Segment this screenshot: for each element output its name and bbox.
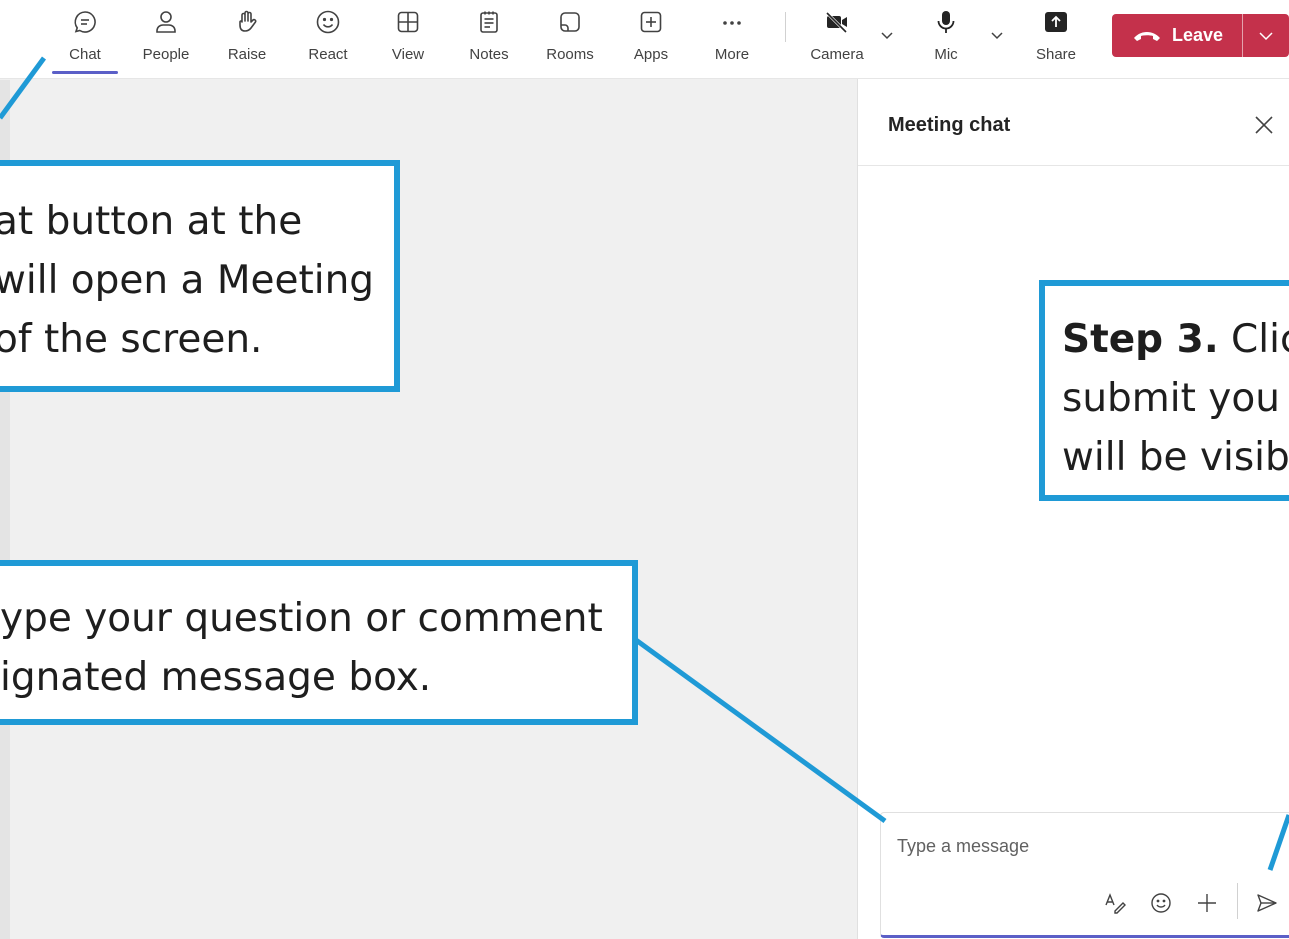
callout-step-2-line-1: ype your question or comment bbox=[0, 596, 603, 641]
raise-hand-icon bbox=[233, 8, 261, 36]
send-icon[interactable] bbox=[1253, 889, 1281, 917]
meeting-chat-panel: Meeting chat bbox=[857, 79, 1289, 939]
chat-title: Meeting chat bbox=[888, 114, 1011, 136]
people-button-label: People bbox=[142, 46, 190, 63]
leave-button-label: Leave bbox=[1172, 25, 1224, 45]
callout-step-3-line-3: will be visib bbox=[1062, 435, 1289, 480]
more-button[interactable]: More bbox=[696, 0, 768, 79]
camera-button[interactable]: Camera bbox=[801, 0, 873, 79]
share-icon bbox=[1042, 8, 1070, 36]
raise-hand-button[interactable]: Raise bbox=[211, 0, 283, 79]
apps-plus-icon bbox=[637, 8, 665, 36]
notes-button[interactable]: Notes bbox=[453, 0, 525, 79]
view-button-label: View bbox=[391, 46, 425, 63]
raise-button-label: Raise bbox=[227, 46, 267, 63]
callout-step-1-line-3: of the screen. bbox=[0, 317, 263, 362]
callout-step-1-line-1: at button at the bbox=[0, 199, 303, 244]
mic-icon bbox=[932, 8, 960, 36]
people-icon bbox=[152, 8, 180, 36]
callout-step-3-prefix: Step 3. bbox=[1062, 317, 1219, 362]
more-dots-icon bbox=[718, 8, 746, 36]
leave-options-chevron[interactable] bbox=[1243, 14, 1289, 57]
message-input[interactable] bbox=[897, 833, 1277, 859]
mic-button[interactable]: Mic bbox=[910, 0, 982, 79]
format-icon[interactable] bbox=[1101, 889, 1129, 917]
callout-step-3-line-1-rest: Clic bbox=[1231, 317, 1289, 362]
view-grid-icon bbox=[394, 8, 422, 36]
people-button[interactable]: People bbox=[130, 0, 202, 79]
camera-off-icon bbox=[823, 8, 851, 36]
apps-button-label: Apps bbox=[633, 46, 669, 63]
camera-button-label: Camera bbox=[810, 46, 864, 63]
share-button[interactable]: Share bbox=[1020, 0, 1092, 79]
callout-step-3-line-1: Step 3. Clic bbox=[1062, 310, 1289, 369]
rooms-button-label: Rooms bbox=[546, 46, 594, 63]
hang-up-icon bbox=[1134, 31, 1160, 41]
leave-button[interactable]: Leave bbox=[1112, 14, 1242, 57]
apps-button[interactable]: Apps bbox=[615, 0, 687, 79]
mic-button-label: Mic bbox=[934, 46, 958, 63]
compose-divider bbox=[1237, 883, 1238, 919]
chat-header: Meeting chat bbox=[858, 79, 1289, 166]
callout-step-3: Step 3. Clic submit you will be visib bbox=[1039, 280, 1289, 501]
leave-button-group: Leave bbox=[1112, 14, 1289, 57]
message-compose-box bbox=[880, 812, 1289, 938]
react-button[interactable]: React bbox=[292, 0, 364, 79]
camera-options-chevron[interactable] bbox=[878, 26, 896, 44]
close-icon[interactable] bbox=[1252, 113, 1276, 137]
emoji-icon[interactable] bbox=[1147, 889, 1175, 917]
toolbar-divider bbox=[785, 12, 786, 42]
react-button-label: React bbox=[308, 46, 348, 63]
notes-button-label: Notes bbox=[469, 46, 509, 63]
react-smiley-icon bbox=[314, 8, 342, 36]
notes-icon bbox=[475, 8, 503, 36]
callout-step-1: at button at the will open a Meeting of … bbox=[0, 160, 400, 392]
mic-options-chevron[interactable] bbox=[988, 26, 1006, 44]
chat-icon bbox=[71, 8, 99, 36]
chat-button-label: Chat bbox=[69, 46, 101, 63]
callout-step-2-line-2: ignated message box. bbox=[0, 655, 432, 700]
callout-step-1-line-2: will open a Meeting bbox=[0, 258, 375, 303]
chat-button[interactable]: Chat bbox=[49, 0, 121, 79]
more-button-label: More bbox=[714, 46, 750, 63]
view-button[interactable]: View bbox=[372, 0, 444, 79]
attach-plus-icon[interactable] bbox=[1193, 889, 1221, 917]
share-button-label: Share bbox=[1035, 46, 1077, 63]
meeting-toolbar: Chat People Raise React View Notes Rooms… bbox=[0, 0, 1289, 79]
rooms-icon bbox=[556, 8, 584, 36]
rooms-button[interactable]: Rooms bbox=[534, 0, 606, 79]
callout-step-3-line-2: submit you bbox=[1062, 376, 1280, 421]
active-tab-indicator bbox=[52, 71, 118, 74]
callout-step-2: ype your question or comment ignated mes… bbox=[0, 560, 638, 725]
